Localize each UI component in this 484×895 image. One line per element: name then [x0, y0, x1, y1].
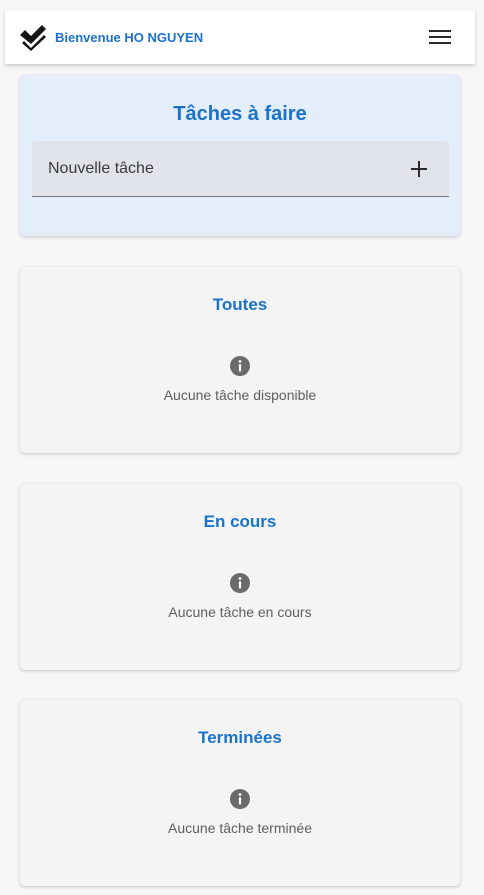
todo-title: Tâches à faire	[173, 103, 307, 125]
plus-icon[interactable]	[409, 159, 429, 179]
info-icon	[230, 356, 250, 376]
in-progress-empty-message: Aucune tâche en cours	[168, 604, 312, 620]
info-icon	[230, 789, 250, 809]
all-tasks-title: Toutes	[212, 295, 268, 314]
info-icon	[230, 573, 250, 593]
completed-empty-message: Aucune tâche terminée	[168, 820, 312, 836]
welcome-text: Bienvenue HO NGUYEN	[55, 29, 204, 45]
all-tasks-card: Toutes Aucune tâche disponible	[20, 267, 460, 453]
brand: Bienvenue HO NGUYEN	[19, 23, 203, 51]
in-progress-title: En cours	[203, 512, 277, 531]
double-check-icon	[20, 25, 46, 51]
todo-card: Tâches à faire	[20, 75, 460, 236]
top-app-bar: Bienvenue HO NGUYEN	[5, 10, 475, 64]
completed-card: Terminées Aucune tâche terminée	[20, 700, 460, 886]
all-tasks-empty-message: Aucune tâche disponible	[163, 387, 317, 403]
hamburger-menu-icon[interactable]	[429, 27, 451, 47]
in-progress-card: En cours Aucune tâche en cours	[20, 484, 460, 670]
completed-title: Terminées	[198, 728, 282, 747]
new-task-field[interactable]	[32, 141, 449, 197]
new-task-input[interactable]	[32, 141, 392, 196]
